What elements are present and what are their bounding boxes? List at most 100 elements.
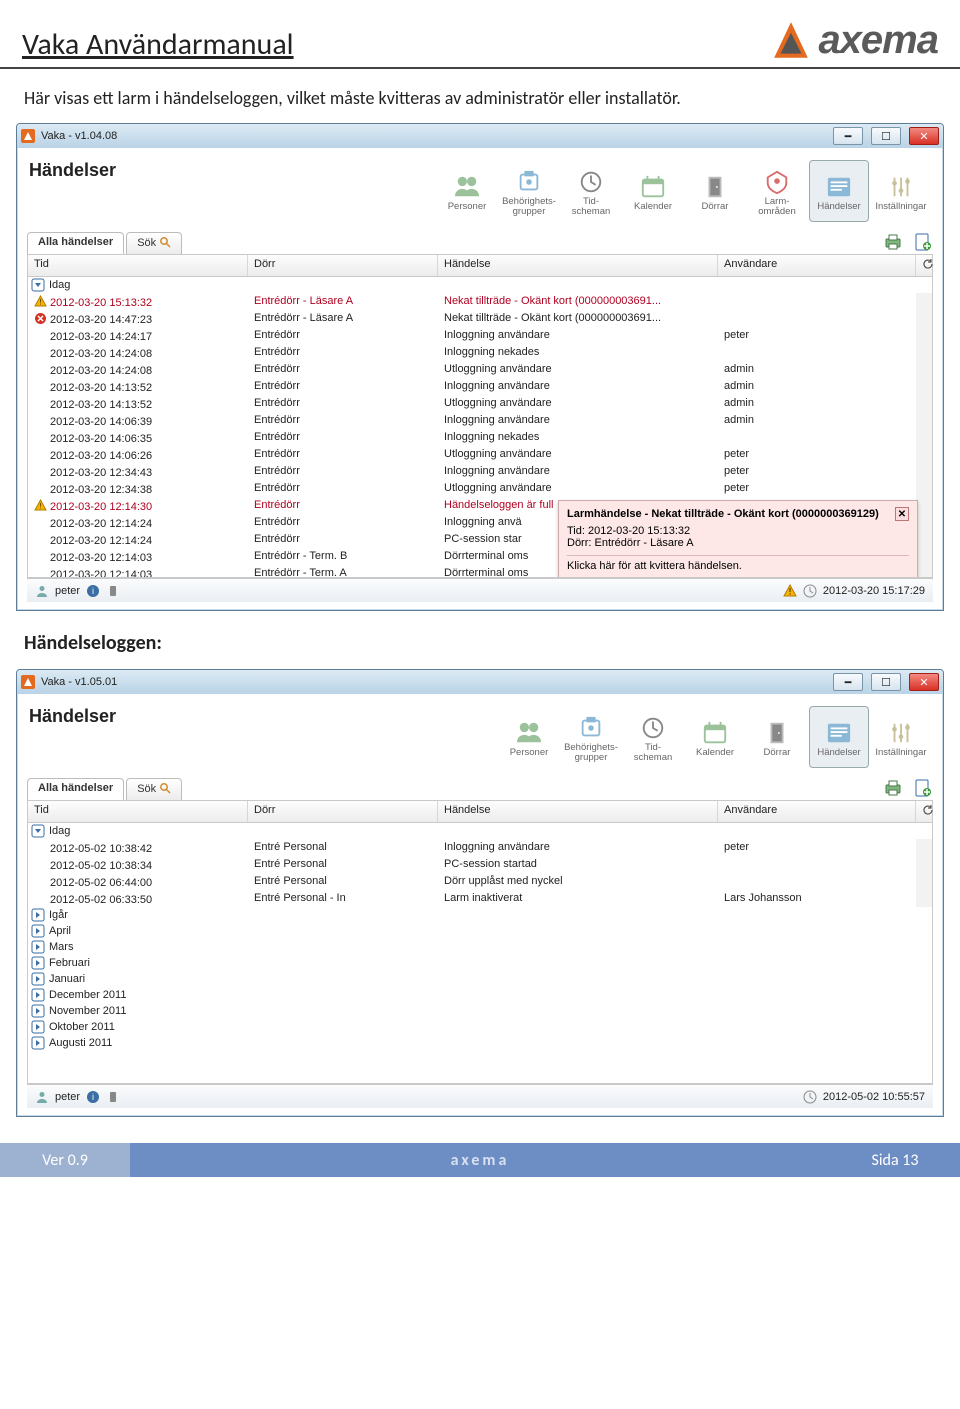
popup-close-icon[interactable]: ✕ <box>895 507 909 521</box>
col-refresh[interactable] <box>916 255 932 276</box>
col-tid[interactable]: Tid <box>28 255 248 276</box>
group-row[interactable]: Februari <box>28 955 932 971</box>
device-icon[interactable] <box>106 584 120 598</box>
tool-installningar[interactable]: Inställningar <box>871 706 931 768</box>
table-row[interactable]: 2012-03-20 14:24:08EntrédörrUtloggning a… <box>28 361 932 378</box>
personer-icon <box>514 720 544 746</box>
minimize-button[interactable]: ━ <box>833 673 863 691</box>
alarm-popup[interactable]: Larmhändelse - Nekat tillträde - Okänt k… <box>558 500 918 577</box>
group-row-today[interactable]: Idag <box>28 277 932 293</box>
print-icon[interactable] <box>883 778 903 798</box>
collapse-icon[interactable] <box>31 1004 45 1018</box>
group-row[interactable]: Augusti 2011 <box>28 1035 932 1051</box>
warning-icon[interactable] <box>783 584 797 598</box>
col-anvandare[interactable]: Användare <box>718 255 916 276</box>
table-row[interactable]: 2012-05-02 10:38:34Entré PersonalPC-sess… <box>28 856 932 873</box>
collapse-icon[interactable] <box>31 1036 45 1050</box>
table-row[interactable]: 2012-03-20 14:06:35EntrédörrInloggning n… <box>28 429 932 446</box>
collapse-icon[interactable] <box>31 940 45 954</box>
group-row[interactable]: Mars <box>28 939 932 955</box>
export-icon[interactable] <box>913 232 933 252</box>
col-handelse[interactable]: Händelse <box>438 801 718 822</box>
status-user: peter <box>55 585 80 597</box>
col-refresh[interactable] <box>916 801 932 822</box>
tool-installningar[interactable]: Inställningar <box>871 160 931 222</box>
close-button[interactable]: ✕ <box>909 673 939 691</box>
close-button[interactable]: ✕ <box>909 127 939 145</box>
popup-ack-message[interactable]: Klicka här för att kvittera händelsen. <box>567 555 909 572</box>
table-row[interactable]: 2012-03-20 15:13:32Entrédörr - Läsare AN… <box>28 293 932 310</box>
tool-tidscheman[interactable]: Tid-scheman <box>561 160 621 222</box>
collapse-icon[interactable] <box>31 972 45 986</box>
tab-bar: Alla händelser Sök <box>27 232 182 254</box>
col-dorr[interactable]: Dörr <box>248 255 438 276</box>
group-row[interactable]: November 2011 <box>28 1003 932 1019</box>
collapse-icon[interactable] <box>31 956 45 970</box>
collapse-icon[interactable] <box>31 988 45 1002</box>
kalender-icon <box>638 174 668 200</box>
tool-handelser[interactable]: Händelser <box>809 160 869 222</box>
tab-all-events[interactable]: Alla händelser <box>27 778 124 800</box>
titlebar[interactable]: Vaka - v1.05.01 ━ ☐ ✕ <box>17 670 943 694</box>
col-dorr[interactable]: Dörr <box>248 801 438 822</box>
section2-title: Händelseloggen: <box>0 611 960 663</box>
tab-search[interactable]: Sök <box>126 778 182 800</box>
group-row[interactable]: Januari <box>28 971 932 987</box>
table-row[interactable]: 2012-03-20 14:47:23Entrédörr - Läsare AN… <box>28 310 932 327</box>
expand-icon[interactable] <box>31 278 45 292</box>
tool-kalender[interactable]: Kalender <box>685 706 745 768</box>
export-icon[interactable] <box>913 778 933 798</box>
tool-dorrar[interactable]: Dörrar <box>685 160 745 222</box>
collapse-icon[interactable] <box>31 1020 45 1034</box>
group-row[interactable]: Igår <box>28 907 932 923</box>
table-row[interactable]: 2012-03-20 12:34:43EntrédörrInloggning a… <box>28 463 932 480</box>
footer-brand: axema <box>130 1143 830 1177</box>
tool-behgrupper[interactable]: Behörighets-grupper <box>561 706 621 768</box>
tab-all-events[interactable]: Alla händelser <box>27 232 124 254</box>
collapse-icon[interactable] <box>31 924 45 938</box>
table-row[interactable]: 2012-03-20 14:13:52EntrédörrInloggning a… <box>28 378 932 395</box>
tool-handelser[interactable]: Händelser <box>809 706 869 768</box>
handelser-icon <box>824 174 854 200</box>
axema-logo: axema <box>770 18 938 63</box>
table-row[interactable]: 2012-03-20 14:24:08EntrédörrInloggning n… <box>28 344 932 361</box>
tab-search[interactable]: Sök <box>126 232 182 254</box>
maximize-button[interactable]: ☐ <box>871 127 901 145</box>
search-icon <box>159 782 171 797</box>
print-icon[interactable] <box>883 232 903 252</box>
info-icon[interactable]: i <box>86 584 100 598</box>
tool-kalender[interactable]: Kalender <box>623 160 683 222</box>
collapse-icon[interactable] <box>31 908 45 922</box>
footer-page: Sida 13 <box>830 1143 960 1177</box>
table-row[interactable]: 2012-03-20 14:06:39EntrédörrInloggning a… <box>28 412 932 429</box>
search-icon <box>159 236 171 251</box>
tab-bar: Alla händelser Sök <box>27 778 182 800</box>
group-row[interactable]: April <box>28 923 932 939</box>
table-row[interactable]: 2012-05-02 06:44:00Entré PersonalDörr up… <box>28 873 932 890</box>
tool-personer[interactable]: Personer <box>499 706 559 768</box>
group-row[interactable]: Oktober 2011 <box>28 1019 932 1035</box>
col-tid[interactable]: Tid <box>28 801 248 822</box>
col-anvandare[interactable]: Användare <box>718 801 916 822</box>
tool-larmomr[interactable]: Larm-områden <box>747 160 807 222</box>
tool-behgrupper[interactable]: Behörighets-grupper <box>499 160 559 222</box>
tool-personer[interactable]: Personer <box>437 160 497 222</box>
col-handelse[interactable]: Händelse <box>438 255 718 276</box>
titlebar[interactable]: Vaka - v1.04.08 ━ ☐ ✕ <box>17 124 943 148</box>
group-row-today[interactable]: Idag <box>28 823 932 839</box>
table-row[interactable]: 2012-03-20 12:34:38EntrédörrUtloggning a… <box>28 480 932 497</box>
table-row[interactable]: 2012-05-02 06:33:50Entré Personal - InLa… <box>28 890 932 907</box>
device-icon[interactable] <box>106 1090 120 1104</box>
table-row[interactable]: 2012-05-02 10:38:42Entré PersonalInloggn… <box>28 839 932 856</box>
group-row[interactable]: December 2011 <box>28 987 932 1003</box>
tool-dorrar[interactable]: Dörrar <box>747 706 807 768</box>
minimize-button[interactable]: ━ <box>833 127 863 145</box>
table-row[interactable]: 2012-03-20 14:06:26EntrédörrUtloggning a… <box>28 446 932 463</box>
table-header: Tid Dörr Händelse Användare <box>28 255 932 277</box>
table-row[interactable]: 2012-03-20 14:24:17EntrédörrInloggning a… <box>28 327 932 344</box>
maximize-button[interactable]: ☐ <box>871 673 901 691</box>
table-row[interactable]: 2012-03-20 14:13:52EntrédörrUtloggning a… <box>28 395 932 412</box>
tool-tidscheman[interactable]: Tid-scheman <box>623 706 683 768</box>
info-icon[interactable]: i <box>86 1090 100 1104</box>
expand-icon[interactable] <box>31 824 45 838</box>
